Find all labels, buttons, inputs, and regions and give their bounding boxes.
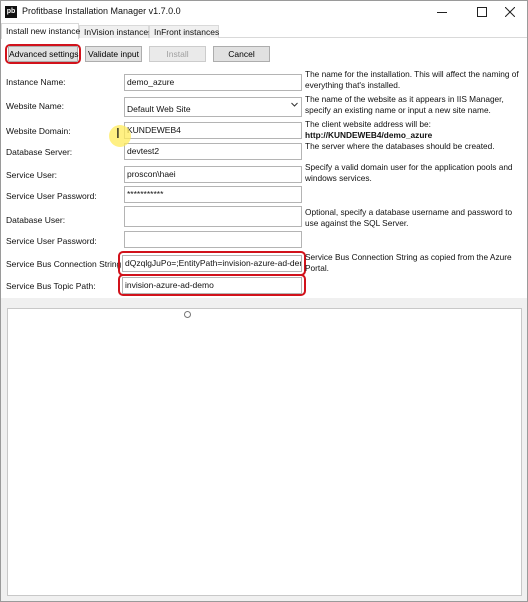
database-server-desc: The server where the databases should be… — [305, 141, 495, 151]
website-domain-url: http://KUNDEWEB4/demo_azure — [305, 129, 433, 140]
service-bus-conn-input[interactable]: dQzqlgJuPo=;EntityPath=invision-azure-ad… — [122, 255, 302, 272]
window-title: Profitbase Installation Manager v1.7.0.0 — [22, 6, 181, 16]
maximize-icon — [477, 7, 487, 17]
minimize-icon — [437, 7, 447, 17]
tab-install-new-instance[interactable]: Install new instance — [1, 23, 80, 39]
minimize-button[interactable] — [425, 1, 459, 23]
service-user-password-label: Service User Password: — [6, 191, 97, 201]
service-bus-topic-label: Service Bus Topic Path: — [6, 281, 96, 291]
install-button[interactable]: Install — [149, 46, 206, 62]
instance-name-label: Instance Name: — [6, 77, 66, 87]
database-server-input[interactable]: devtest2 — [124, 143, 302, 160]
website-name-desc: The name of the website as it appears in… — [305, 94, 504, 115]
database-server-label: Database Server: — [6, 147, 73, 157]
service-bus-topic-input[interactable]: invision-azure-ad-demo — [122, 277, 302, 294]
title-bar: pb Profitbase Installation Manager v1.7.… — [1, 1, 527, 23]
service-user-label: Service User: — [6, 170, 58, 180]
instance-name-input[interactable]: demo_azure — [124, 74, 302, 91]
service-user-password-input[interactable]: *********** — [124, 186, 302, 203]
database-user-input[interactable] — [124, 206, 302, 227]
tab-invision-instances[interactable]: InVision instances — [79, 25, 152, 39]
website-domain-input[interactable]: KUNDEWEB4 — [124, 122, 302, 139]
website-domain-desc-text: The client website address will be: — [305, 119, 431, 129]
website-name-select[interactable]: Default Web Site — [124, 97, 302, 117]
chevron-down-icon — [291, 98, 298, 112]
database-user-password-input[interactable] — [124, 231, 302, 248]
tab-infront-instances[interactable]: InFront instances — [149, 25, 219, 39]
website-domain-desc: The client website address will be: http… — [305, 119, 525, 140]
website-domain-label: Website Domain: — [6, 126, 71, 136]
cancel-button[interactable]: Cancel — [213, 46, 270, 62]
service-user-desc: Specify a valid domain user for the appl… — [305, 162, 513, 183]
database-user-label: Database User: — [6, 215, 66, 225]
app-logo-icon: pb — [5, 6, 17, 18]
text-cursor-icon: I — [116, 127, 120, 142]
validate-input-button[interactable]: Validate input — [85, 46, 142, 62]
service-user-input[interactable]: proscon\haei — [124, 166, 302, 183]
service-bus-conn-desc: Service Bus Connection String as copied … — [305, 252, 512, 273]
website-name-label: Website Name: — [6, 101, 64, 111]
cursor-highlight — [109, 125, 131, 147]
close-icon — [505, 7, 515, 17]
loading-indicator-icon — [184, 311, 191, 318]
tab-strip: Install new instance InVision instances … — [1, 23, 527, 39]
database-user-password-label: Service User Password: — [6, 236, 97, 246]
database-user-desc: Optional, specify a database username an… — [305, 207, 513, 228]
advanced-settings-button[interactable]: Advanced settings — [8, 46, 78, 62]
instance-name-desc: The name for the installation. This will… — [305, 69, 519, 90]
close-button[interactable] — [493, 1, 527, 23]
app-window: pb Profitbase Installation Manager v1.7.… — [0, 0, 528, 602]
log-output-area[interactable] — [7, 308, 522, 596]
website-name-value: Default Web Site — [127, 104, 191, 114]
service-bus-conn-label: Service Bus Connection String: — [6, 259, 124, 269]
